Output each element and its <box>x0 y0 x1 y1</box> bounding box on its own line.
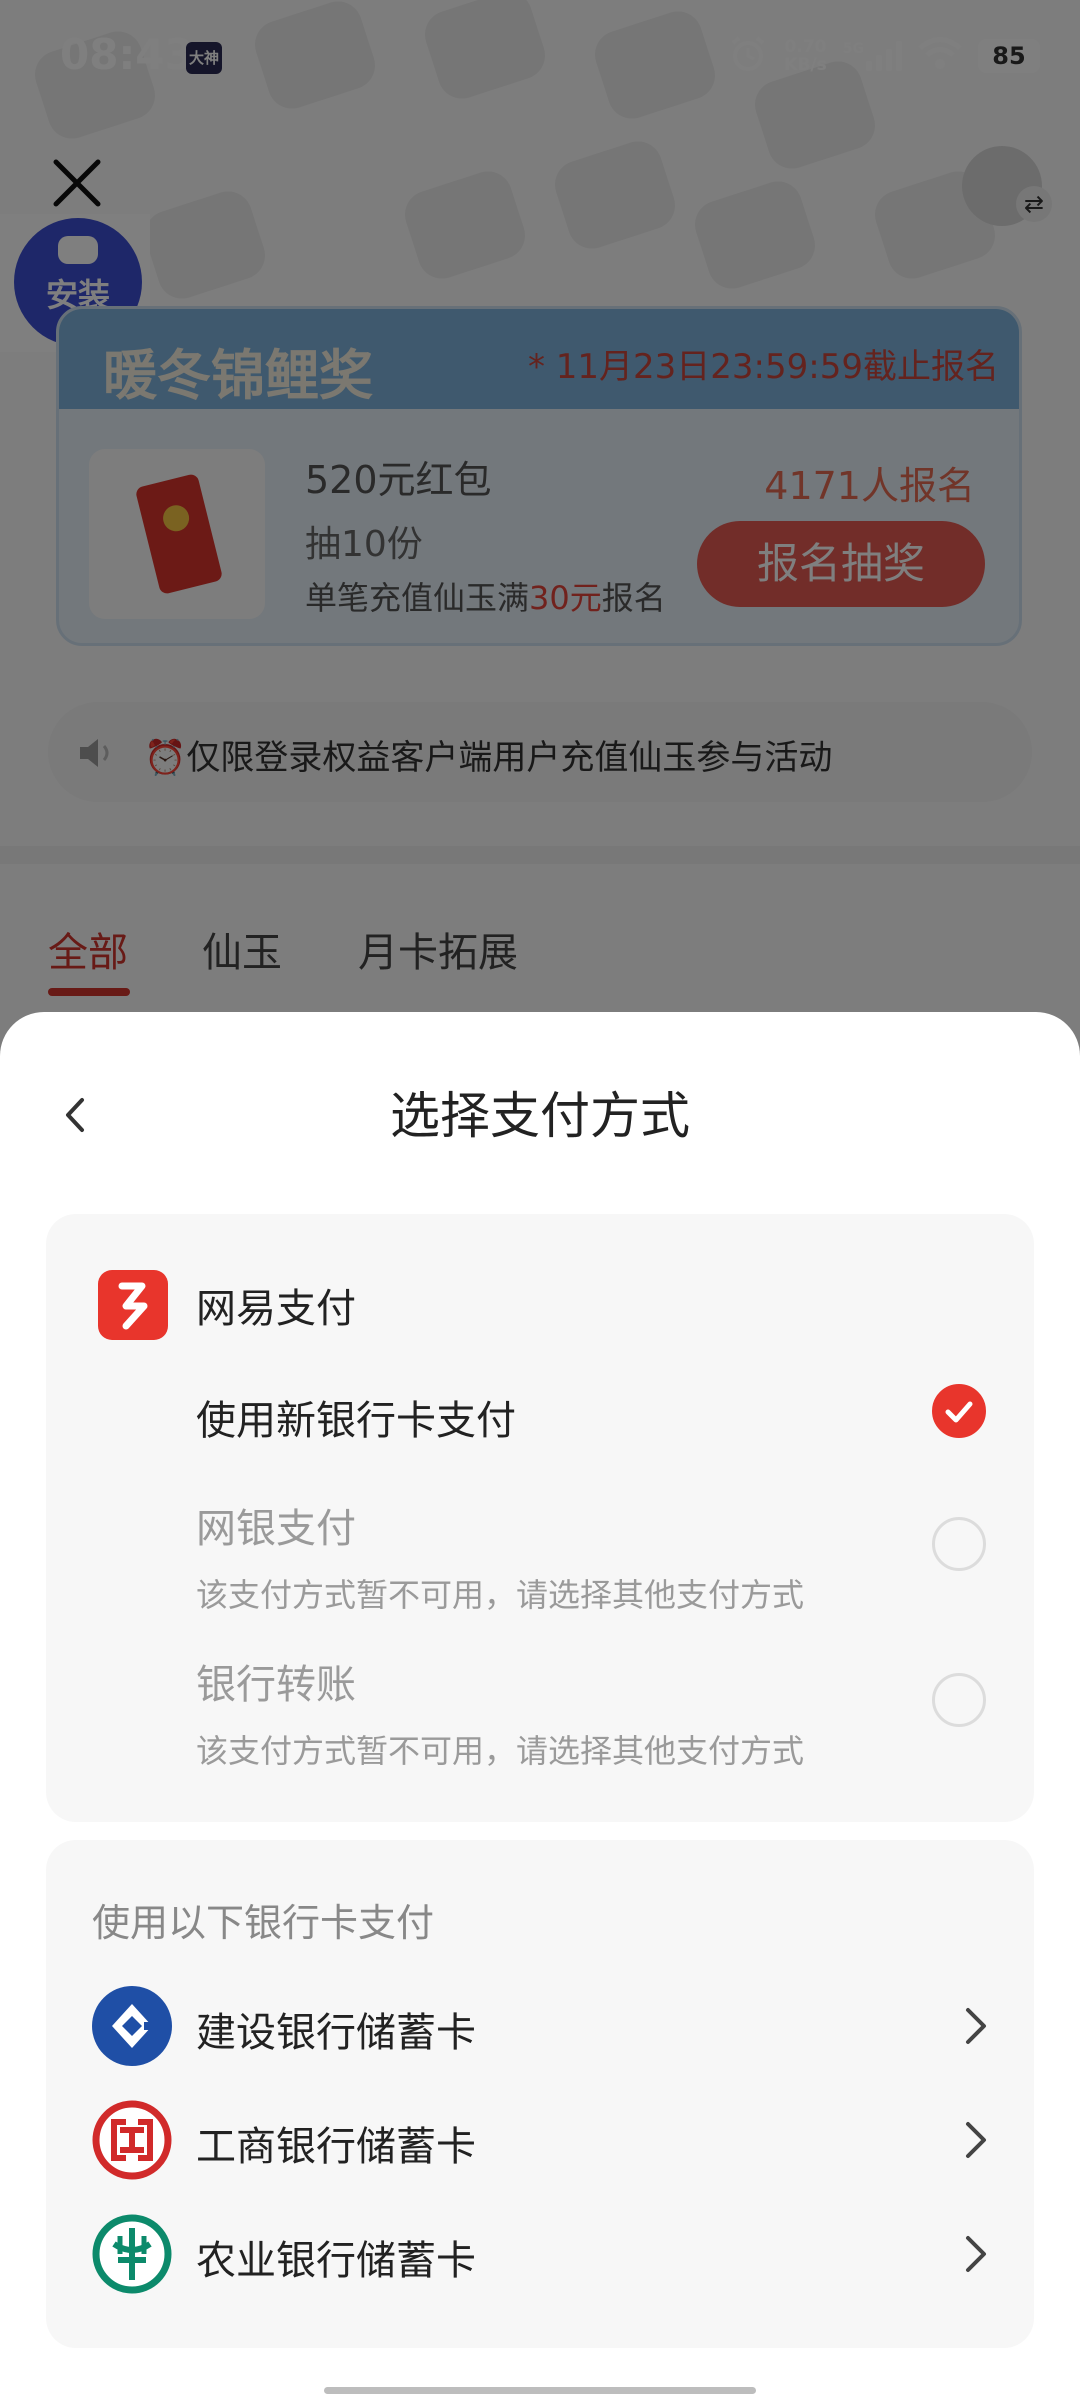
bank-name: 工商银行储蓄卡 <box>196 2124 476 2170</box>
option-new-card-radio[interactable] <box>932 1384 986 1438</box>
option-netbank-label[interactable]: 网银支付 <box>196 1496 356 1554</box>
option-new-card-label[interactable]: 使用新银行卡支付 <box>196 1388 516 1446</box>
bank-name: 农业银行储蓄卡 <box>196 2238 476 2284</box>
option-transfer-label[interactable]: 银行转账 <box>196 1652 356 1710</box>
option-netbank-note: 该支付方式暂不可用，请选择其他支付方式 <box>196 1576 805 1614</box>
chevron-right-icon <box>964 2006 988 2046</box>
netease-pay-card: 网易支付 使用新银行卡支付 网银支付 该支付方式暂不可用，请选择其他支付方式 银… <box>46 1214 1034 1822</box>
bank-section-title: 使用以下银行卡支付 <box>92 1901 435 1945</box>
sheet-title: 选择支付方式 <box>390 1087 690 1145</box>
option-transfer-radio[interactable] <box>932 1673 986 1727</box>
provider-name: 网易支付 <box>196 1286 356 1332</box>
bank-card-section: 使用以下银行卡支付 建设银行储蓄卡 工商银行储蓄卡 农业银行储蓄卡 <box>46 1840 1034 2348</box>
bank-row-ccb[interactable]: 建设银行储蓄卡 <box>46 1976 1034 2076</box>
option-transfer-note: 该支付方式暂不可用，请选择其他支付方式 <box>196 1732 805 1770</box>
bank-name: 建设银行储蓄卡 <box>196 2010 476 2056</box>
ccb-logo-icon <box>92 1986 172 2066</box>
bank-row-icbc[interactable]: 工商银行储蓄卡 <box>46 2090 1034 2190</box>
home-indicator[interactable] <box>324 2387 756 2394</box>
option-netbank-radio[interactable] <box>932 1517 986 1571</box>
abc-logo-icon <box>92 2214 172 2294</box>
payment-sheet: 选择支付方式 网易支付 使用新银行卡支付 网银支付 该支付方式暂不可用，请选择其… <box>0 1012 1080 2400</box>
netease-pay-logo-icon <box>98 1270 168 1340</box>
chevron-right-icon <box>964 2120 988 2160</box>
bank-row-abc[interactable]: 农业银行储蓄卡 <box>46 2204 1034 2304</box>
chevron-right-icon <box>964 2234 988 2274</box>
icbc-logo-icon <box>92 2100 172 2180</box>
